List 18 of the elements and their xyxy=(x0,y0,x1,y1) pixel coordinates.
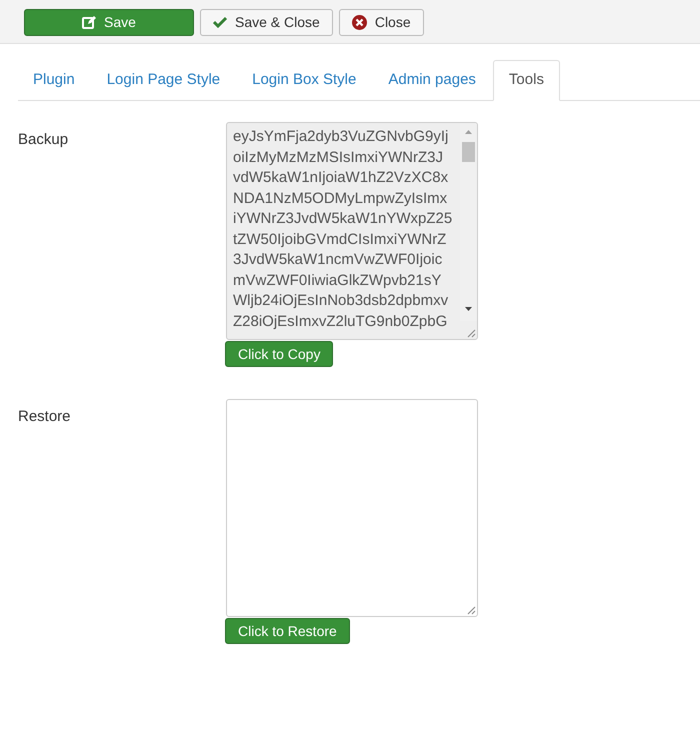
check-icon xyxy=(213,16,227,28)
resize-handle-icon[interactable] xyxy=(466,605,476,615)
field-label: Backup xyxy=(18,130,70,150)
close-button[interactable]: Close xyxy=(338,8,424,36)
tab[interactable]: Admin pages xyxy=(373,60,491,100)
restore-button[interactable]: Click to Restore xyxy=(225,618,350,644)
save-close-button[interactable]: Save & Close xyxy=(200,8,333,36)
text-area[interactable]: eyJsYmFja2dyb3VuZGNvbG9yIj oiIzMyMzMzMSIsImxiYWNrZ3J vdW5kaW1nIjoiaW1hZ2VzXC8x NDA1NzM5ODMyLmpwZyIsImx iYWNrZ3JvdW5kaW1nYWxpZ25 tZW50IjoibGVmdCIsImxiYWNrZ 3JvdW5kaW1ncmVwZWF0Ijoic mVwZWF0IiwiaGlkZWpvb21sY Wljb24iOjEsInNob3dsb2dpbmxv Z28iOjEsImxvZ2luTG9nb0ZpbG xyxy=(226,122,478,340)
close-icon xyxy=(352,14,367,30)
tab[interactable]: Tools xyxy=(492,60,560,101)
save-button[interactable]: Save xyxy=(24,8,194,36)
field-label: Restore xyxy=(18,407,72,427)
tab[interactable]: Plugin xyxy=(18,60,90,100)
tab[interactable]: Login Box Style xyxy=(237,60,372,100)
copy-button[interactable]: Click to Copy xyxy=(225,341,334,367)
tab[interactable]: Login Page Style xyxy=(92,60,236,100)
edit-icon xyxy=(82,15,96,29)
resize-handle-icon[interactable] xyxy=(466,328,476,338)
